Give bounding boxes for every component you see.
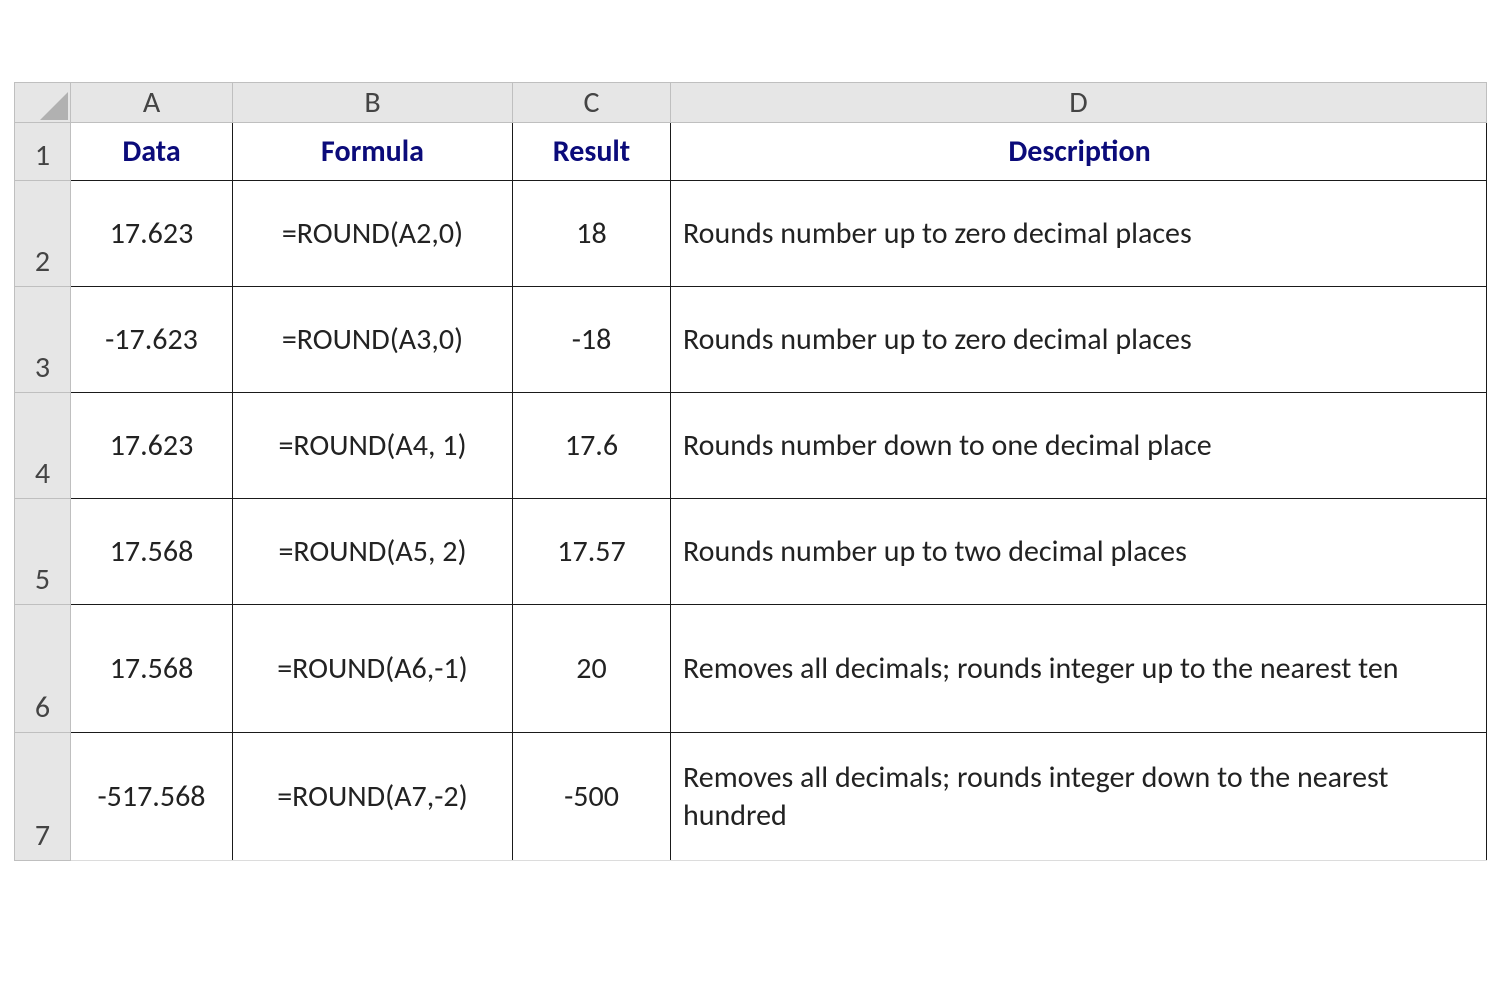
cell-a3[interactable]: -17.623	[71, 287, 233, 393]
cell-a4[interactable]: 17.623	[71, 393, 233, 499]
cell-d6[interactable]: Removes all decimals; rounds integer up …	[671, 605, 1487, 733]
cell-a1[interactable]: Data	[71, 123, 233, 181]
cell-b6[interactable]: =ROUND(A6,-1)	[233, 605, 513, 733]
select-all-icon	[40, 92, 68, 120]
row-header-5[interactable]: 5	[15, 499, 71, 605]
cell-d7[interactable]: Removes all decimals; rounds integer dow…	[671, 733, 1487, 861]
row-header-1[interactable]: 1	[15, 123, 71, 181]
grid-table: A B C D 1 Data Formula Result Descriptio…	[14, 82, 1487, 861]
cell-b3[interactable]: =ROUND(A3,0)	[233, 287, 513, 393]
cell-a7[interactable]: -517.568	[71, 733, 233, 861]
column-header-c[interactable]: C	[513, 83, 671, 123]
select-all-button[interactable]	[15, 83, 71, 123]
cell-b7[interactable]: =ROUND(A7,-2)	[233, 733, 513, 861]
cell-a2[interactable]: 17.623	[71, 181, 233, 287]
column-header-a[interactable]: A	[71, 83, 233, 123]
table-row: 6 17.568 =ROUND(A6,-1) 20 Removes all de…	[15, 605, 1487, 733]
cell-c7[interactable]: -500	[513, 733, 671, 861]
row-header-7[interactable]: 7	[15, 733, 71, 861]
table-row: 5 17.568 =ROUND(A5, 2) 17.57 Rounds numb…	[15, 499, 1487, 605]
row-header-6[interactable]: 6	[15, 605, 71, 733]
column-header-row: A B C D	[15, 83, 1487, 123]
column-header-d[interactable]: D	[671, 83, 1487, 123]
cell-d3[interactable]: Rounds number up to zero decimal places	[671, 287, 1487, 393]
table-row: 2 17.623 =ROUND(A2,0) 18 Rounds number u…	[15, 181, 1487, 287]
table-row: 4 17.623 =ROUND(A4, 1) 17.6 Rounds numbe…	[15, 393, 1487, 499]
cell-c5[interactable]: 17.57	[513, 499, 671, 605]
row-header-2[interactable]: 2	[15, 181, 71, 287]
row-header-3[interactable]: 3	[15, 287, 71, 393]
cell-b5[interactable]: =ROUND(A5, 2)	[233, 499, 513, 605]
cell-d4[interactable]: Rounds number down to one decimal place	[671, 393, 1487, 499]
cell-c6[interactable]: 20	[513, 605, 671, 733]
cell-a5[interactable]: 17.568	[71, 499, 233, 605]
cell-c4[interactable]: 17.6	[513, 393, 671, 499]
cell-c1[interactable]: Result	[513, 123, 671, 181]
cell-d1[interactable]: Description	[671, 123, 1487, 181]
cell-c2[interactable]: 18	[513, 181, 671, 287]
cell-a6[interactable]: 17.568	[71, 605, 233, 733]
cell-b2[interactable]: =ROUND(A2,0)	[233, 181, 513, 287]
table-row: 3 -17.623 =ROUND(A3,0) -18 Rounds number…	[15, 287, 1487, 393]
cell-b1[interactable]: Formula	[233, 123, 513, 181]
column-header-b[interactable]: B	[233, 83, 513, 123]
row-header-4[interactable]: 4	[15, 393, 71, 499]
cell-d2[interactable]: Rounds number up to zero decimal places	[671, 181, 1487, 287]
cell-b4[interactable]: =ROUND(A4, 1)	[233, 393, 513, 499]
cell-d5[interactable]: Rounds number up to two decimal places	[671, 499, 1487, 605]
spreadsheet: A B C D 1 Data Formula Result Descriptio…	[14, 82, 1486, 861]
cell-c3[interactable]: -18	[513, 287, 671, 393]
table-row: 1 Data Formula Result Description	[15, 123, 1487, 181]
table-row: 7 -517.568 =ROUND(A7,-2) -500 Removes al…	[15, 733, 1487, 861]
